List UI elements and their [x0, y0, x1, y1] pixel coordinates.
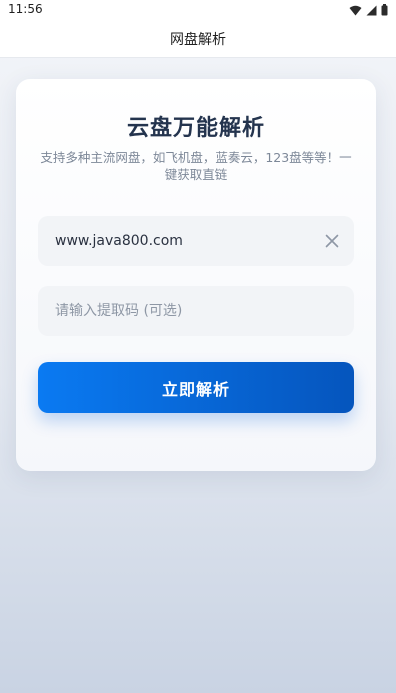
- close-icon[interactable]: [324, 233, 340, 249]
- app-bar: 网盘解析: [0, 20, 396, 58]
- url-input-value: www.java800.com: [55, 233, 183, 249]
- extraction-code-input[interactable]: 请输入提取码 (可选): [38, 286, 354, 336]
- cellular-signal-icon: [366, 5, 377, 16]
- status-time: 11:56: [8, 2, 43, 16]
- status-icons: [349, 3, 388, 17]
- status-bar: 11:56: [0, 0, 396, 20]
- page-title: 网盘解析: [170, 31, 226, 48]
- parse-now-button[interactable]: 立即解析: [38, 362, 354, 413]
- wifi-icon: [349, 5, 362, 16]
- card-subtitle: 支持多种主流网盘，如飞机盘，蓝奏云，123盘等等！一键获取直链: [40, 150, 352, 182]
- url-input[interactable]: www.java800.com: [38, 216, 354, 266]
- card-title: 云盘万能解析: [126, 116, 265, 141]
- battery-icon: [381, 4, 388, 16]
- parse-card: 云盘万能解析 支持多种主流网盘，如飞机盘，蓝奏云，123盘等等！一键获取直链 w…: [16, 79, 376, 471]
- extraction-code-placeholder: 请输入提取码 (可选): [55, 303, 183, 319]
- parse-now-button-label: 立即解析: [161, 379, 230, 399]
